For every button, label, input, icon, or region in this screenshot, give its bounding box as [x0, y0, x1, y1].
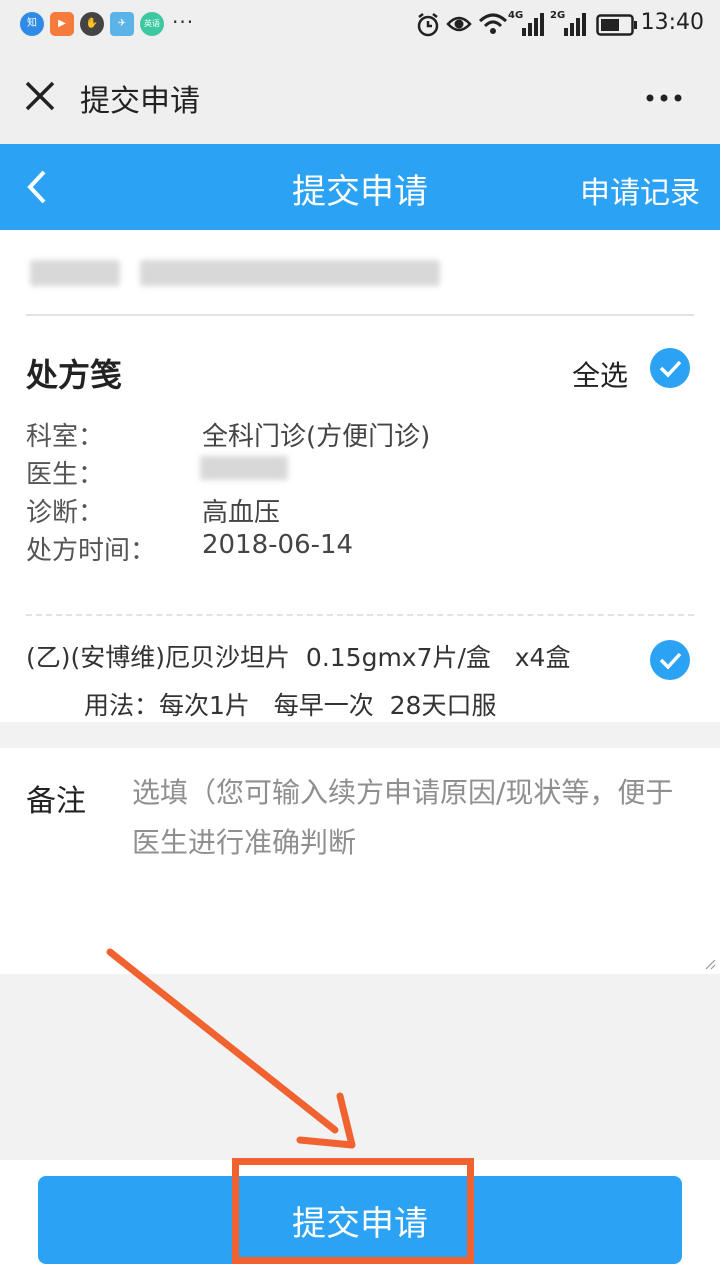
- check-icon: [659, 652, 682, 670]
- check-icon: [659, 360, 682, 378]
- more-menu-icon[interactable]: [646, 94, 682, 102]
- eye-icon: [446, 16, 472, 32]
- application-records-link[interactable]: 申请记录: [580, 168, 700, 212]
- department-value: 全科门诊(方便门诊): [202, 422, 431, 452]
- dashed-divider: [26, 614, 694, 616]
- clock: 13:40: [640, 10, 704, 35]
- zhihu-icon: 知: [20, 12, 44, 36]
- wifi-icon: [478, 13, 508, 34]
- more-notifications-icon: ···: [172, 10, 195, 34]
- diagnosis-label: 诊断：: [26, 498, 105, 528]
- signal-2-icon: [564, 13, 586, 36]
- signal-icon: [522, 13, 544, 36]
- doctor-label: 医生：: [26, 460, 105, 490]
- close-icon[interactable]: [24, 80, 56, 112]
- drug-usage: 用法：每次1片 每早一次 28天口服: [84, 691, 497, 720]
- remark-section: 备注: [0, 748, 720, 974]
- select-all-checkbox[interactable]: [650, 348, 690, 388]
- app-header: 提交申请 申请记录: [0, 144, 720, 230]
- doctor-name-redacted: [200, 456, 288, 480]
- prescription-time-label: 处方时间：: [26, 536, 157, 566]
- hand-icon: ✋: [80, 12, 104, 36]
- drug-item: (乙)(安博维)厄贝沙坦片 0.15gmx7片/盒 x4盒: [26, 643, 571, 672]
- drug-checkbox[interactable]: [650, 640, 690, 680]
- paper-plane-icon: ✈: [110, 12, 134, 36]
- wechat-page-title: 提交申请: [80, 84, 200, 119]
- alarm-icon: [417, 13, 439, 37]
- battery-icon: [596, 14, 637, 36]
- patient-id-redacted: [140, 260, 440, 286]
- status-bar: 知 ▶ ✋ ✈ 英语 ··· 4G 2G 13:40: [0, 0, 720, 50]
- annotation-highlight-box: [232, 1158, 474, 1264]
- diagnosis-value: 高血压: [202, 498, 281, 528]
- prescription-time-value: 2018-06-14: [202, 530, 354, 560]
- wechat-title-bar: 提交申请: [0, 50, 720, 144]
- divider: [26, 314, 694, 316]
- department-label: 科室：: [26, 422, 105, 452]
- select-all-label[interactable]: 全选: [572, 354, 628, 394]
- prescription-title: 处方笺: [26, 356, 123, 394]
- chat-app-icon: 英语: [140, 12, 164, 36]
- resize-grip-icon[interactable]: [704, 958, 716, 970]
- remark-input[interactable]: [122, 764, 710, 964]
- video-play-icon: ▶: [50, 12, 74, 36]
- remark-label: 备注: [26, 784, 86, 819]
- prescription-card: 处方笺 全选 科室： 全科门诊(方便门诊) 医生： 诊断： 高血压 处方时间： …: [0, 230, 720, 722]
- patient-info-redacted: [30, 260, 120, 286]
